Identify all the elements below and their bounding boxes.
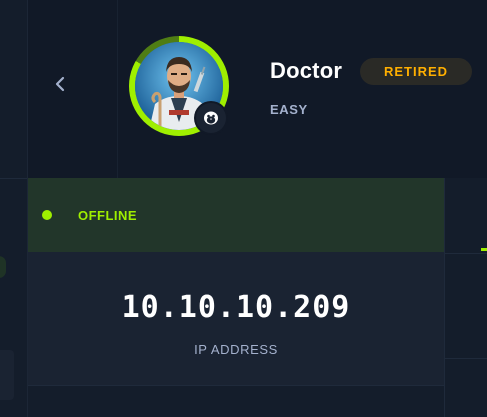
right-panel-divider <box>445 253 487 254</box>
difficulty-label: EASY <box>270 102 308 117</box>
sidebar-toggle-nub[interactable] <box>0 256 6 278</box>
sidebar-divider <box>0 178 27 179</box>
card-footer <box>28 385 444 417</box>
retired-badge: RETIRED <box>360 58 472 85</box>
machine-header <box>28 0 487 178</box>
header-divider <box>117 0 118 178</box>
ip-address-label: IP ADDRESS <box>194 342 278 357</box>
right-panel-divider <box>445 358 487 359</box>
connection-status-label: OFFLINE <box>78 208 138 223</box>
back-button[interactable] <box>50 72 70 96</box>
ip-address-value[interactable]: 10.10.10.209 <box>28 290 444 325</box>
machine-name: Doctor <box>270 58 343 83</box>
os-badge <box>194 101 228 135</box>
right-panel-edge <box>444 178 487 417</box>
status-dot-icon <box>42 210 52 220</box>
linux-penguin-icon <box>204 111 218 125</box>
sidebar-item-edge[interactable] <box>0 350 14 400</box>
left-sidebar-edge <box>0 0 28 417</box>
chevron-left-icon <box>55 76 65 92</box>
active-tab-indicator <box>481 248 487 251</box>
machine-page: Doctor RETIRED EASY OFFLINE 10.10.10.209… <box>0 0 487 417</box>
connection-status-bar: OFFLINE <box>28 178 444 252</box>
ip-address-card: 10.10.10.209 IP ADDRESS <box>28 252 444 385</box>
